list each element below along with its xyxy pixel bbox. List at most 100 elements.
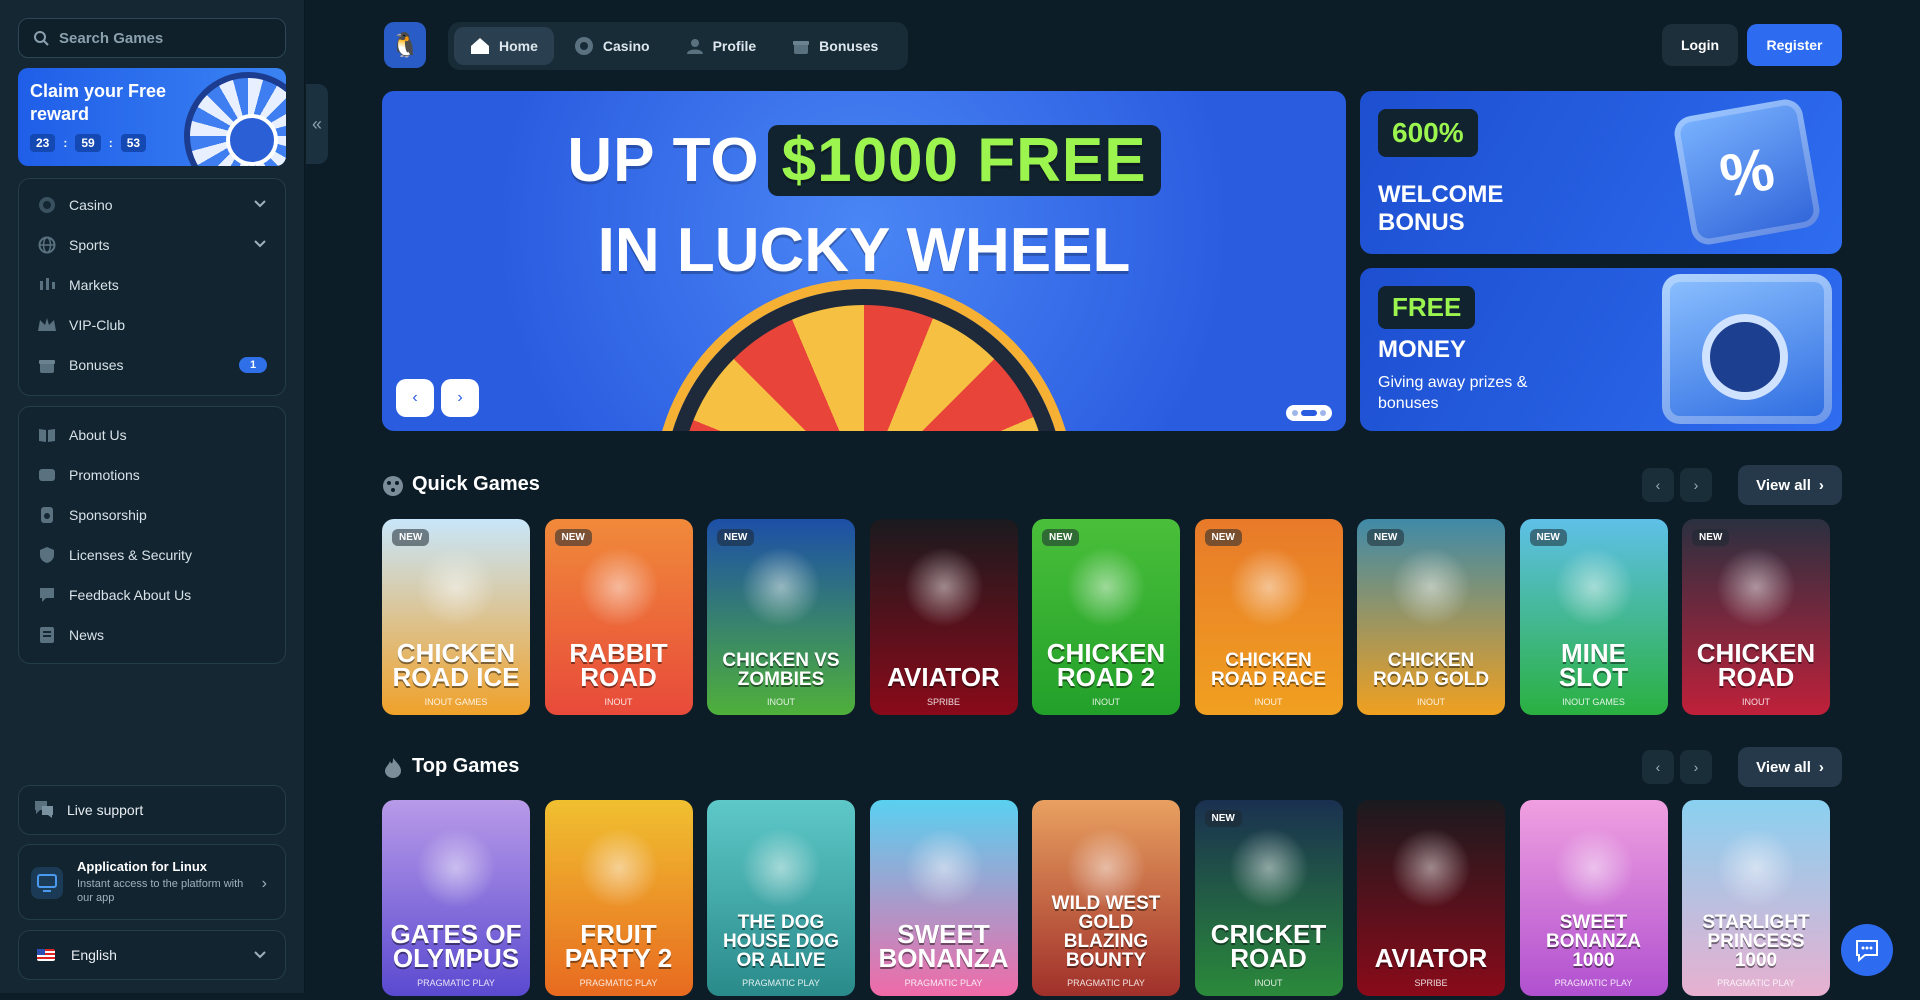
game-provider: INOUT xyxy=(1092,697,1120,707)
game-card[interactable]: NEW RABBIT ROAD INOUT xyxy=(544,519,693,715)
new-badge: NEW xyxy=(554,529,592,546)
game-card[interactable]: AVIATOR SPRIBE xyxy=(869,519,1018,715)
game-card[interactable]: NEW CHICKEN ROAD RACE INOUT xyxy=(1194,519,1343,715)
sidebar-item-about-us[interactable]: About Us xyxy=(19,415,285,455)
scroll-left-button[interactable]: ‹ xyxy=(1642,468,1674,502)
game-card[interactable]: NEW CHICKEN ROAD GOLD INOUT xyxy=(1357,519,1505,715)
sidebar-item-label: VIP-Club xyxy=(69,317,126,333)
gift-icon xyxy=(37,355,57,375)
hero-banner[interactable]: UP TO $1000 FREE IN LUCKY WHEEL ‹ › xyxy=(382,91,1346,431)
game-card[interactable]: NEW CHICKEN VS ZOMBIES INOUT xyxy=(707,519,855,715)
language-selector[interactable]: English xyxy=(18,930,286,980)
game-title: WILD WEST GOLD BLAZING BOUNTY xyxy=(1051,893,1161,971)
game-card[interactable]: NEW MINE SLOT INOUT GAMES xyxy=(1519,519,1668,715)
globe-icon xyxy=(37,235,57,255)
tab-casino[interactable]: Casino xyxy=(558,27,666,65)
carousel-dot[interactable] xyxy=(1292,410,1298,416)
view-all-label: View all xyxy=(1756,758,1811,776)
chevron-right-icon: › xyxy=(1818,758,1824,776)
tab-home[interactable]: Home xyxy=(454,27,554,65)
game-provider: INOUT GAMES xyxy=(424,697,488,707)
quick-games-header: Quick Games ‹ › View all › xyxy=(382,465,1842,505)
promo-subtitle: Giving away prizes & bonuses xyxy=(1378,374,1528,412)
game-provider: INOUT xyxy=(1254,978,1283,988)
game-card[interactable]: NEW CHICKEN ROAD ICE INOUT GAMES xyxy=(382,519,530,715)
view-all-button[interactable]: View all › xyxy=(1738,465,1842,505)
site-logo[interactable]: 🐧 xyxy=(384,22,426,68)
carousel-dot[interactable] xyxy=(1320,410,1326,416)
tab-bonuses[interactable]: Bonuses xyxy=(776,27,894,65)
live-support-label: Live support xyxy=(67,802,144,818)
sidebar-item-sponsorship[interactable]: Sponsorship xyxy=(19,495,285,535)
scroll-right-button[interactable]: › xyxy=(1680,468,1712,502)
chevron-left-icon: ‹ xyxy=(1655,477,1661,493)
sidebar-item-vip-club[interactable]: VIP-Club xyxy=(19,305,285,345)
game-title: CHICKEN ROAD xyxy=(1696,638,1816,692)
game-card[interactable]: AVIATOR SPRIBE xyxy=(1357,800,1505,996)
hero-text: UP TO xyxy=(567,126,760,195)
game-artwork xyxy=(741,547,821,627)
free-reward-banner[interactable]: Claim your Free reward 23 : 59 : 53 ★ xyxy=(18,68,286,166)
chevron-right-icon: › xyxy=(261,875,267,892)
game-card[interactable]: NEW CRICKET ROAD INOUT xyxy=(1194,800,1343,996)
game-card[interactable]: THE DOG HOUSE DOG OR ALIVE PRAGMATIC PLAY xyxy=(707,800,855,996)
chat-bubble-icon xyxy=(1856,940,1878,962)
game-artwork xyxy=(578,828,659,908)
double-chevron-left-icon: « xyxy=(311,113,322,134)
promo-free-money[interactable]: FREE MONEY Giving away prizes & bonuses xyxy=(1360,268,1842,431)
carousel-prev-button[interactable]: ‹ xyxy=(396,379,434,417)
carousel-dot-active[interactable] xyxy=(1301,410,1317,416)
game-card[interactable]: STARLIGHT PRINCESS 1000 PRAGMATIC PLAY xyxy=(1682,800,1830,996)
chevron-right-icon: › xyxy=(1818,476,1824,494)
game-card[interactable]: GATES OF OLYMPUS PRAGMATIC PLAY xyxy=(382,800,530,996)
promo-welcome-bonus[interactable]: 600% WELCOME BONUS % xyxy=(1360,91,1842,254)
sidebar-item-feedback[interactable]: Feedback About Us xyxy=(19,575,285,615)
sidebar-item-news[interactable]: News xyxy=(19,615,285,655)
chat-launcher-button[interactable] xyxy=(1841,924,1893,976)
login-button[interactable]: Login xyxy=(1662,24,1738,66)
game-card[interactable]: SWEET BONANZA PRAGMATIC PLAY xyxy=(869,800,1018,996)
game-provider: SPRIBE xyxy=(926,697,960,707)
carousel-next-button[interactable]: › xyxy=(441,379,479,417)
game-card[interactable]: WILD WEST GOLD BLAZING BOUNTY PRAGMATIC P… xyxy=(1032,800,1180,996)
game-artwork xyxy=(741,828,821,908)
game-title: CHICKEN ROAD ICE xyxy=(392,638,520,692)
sidebar-item-promotions[interactable]: Promotions xyxy=(19,455,285,495)
timer-hours: 23 xyxy=(30,134,56,152)
game-provider: INOUT xyxy=(1742,697,1770,707)
game-artwork xyxy=(1228,547,1309,627)
game-card[interactable]: FRUIT PARTY 2 PRAGMATIC PLAY xyxy=(544,800,693,996)
chevron-down-icon xyxy=(254,200,266,208)
new-badge: NEW xyxy=(1692,529,1730,546)
tab-profile[interactable]: Profile xyxy=(670,27,773,65)
new-badge: NEW xyxy=(1367,529,1405,546)
scroll-left-button[interactable]: ‹ xyxy=(1642,750,1674,784)
language-label: English xyxy=(71,947,117,963)
linux-app-banner[interactable]: Application for Linux Instant access to … xyxy=(18,844,286,920)
sidebar-item-markets[interactable]: Markets xyxy=(19,265,285,305)
search-icon xyxy=(34,31,49,46)
search-input[interactable]: Search Games xyxy=(18,18,286,58)
sidebar-item-label: Feedback About Us xyxy=(69,587,192,603)
sidebar-item-bonuses[interactable]: Bonuses 1 xyxy=(19,345,285,385)
game-card[interactable]: NEW CHICKEN ROAD 2 INOUT xyxy=(1032,519,1180,715)
live-support-button[interactable]: Live support xyxy=(18,785,286,835)
chevron-right-icon: › xyxy=(457,389,463,406)
game-provider: PRAGMATIC PLAY xyxy=(904,978,983,988)
app-description: Instant access to the platform with our … xyxy=(77,878,244,904)
collapse-sidebar-button[interactable]: « xyxy=(306,84,328,164)
game-card[interactable]: NEW CHICKEN ROAD INOUT xyxy=(1682,519,1830,715)
sidebar-item-sports[interactable]: Sports xyxy=(19,225,285,265)
sidebar-item-label: News xyxy=(69,627,105,643)
register-button[interactable]: Register xyxy=(1747,24,1842,66)
dice-icon xyxy=(383,476,403,496)
view-all-button[interactable]: View all › xyxy=(1738,747,1842,787)
game-provider: PRAGMATIC PLAY xyxy=(742,978,820,988)
sidebar-item-licenses[interactable]: Licenses & Security xyxy=(19,535,285,575)
game-title: CHICKEN VS ZOMBIES xyxy=(722,650,840,690)
new-badge: NEW xyxy=(717,529,755,546)
game-provider: INOUT xyxy=(604,697,633,707)
sidebar-item-casino[interactable]: Casino xyxy=(19,185,285,225)
scroll-right-button[interactable]: › xyxy=(1680,750,1712,784)
game-card[interactable]: SWEET BONANZA 1000 PRAGMATIC PLAY xyxy=(1519,800,1668,996)
